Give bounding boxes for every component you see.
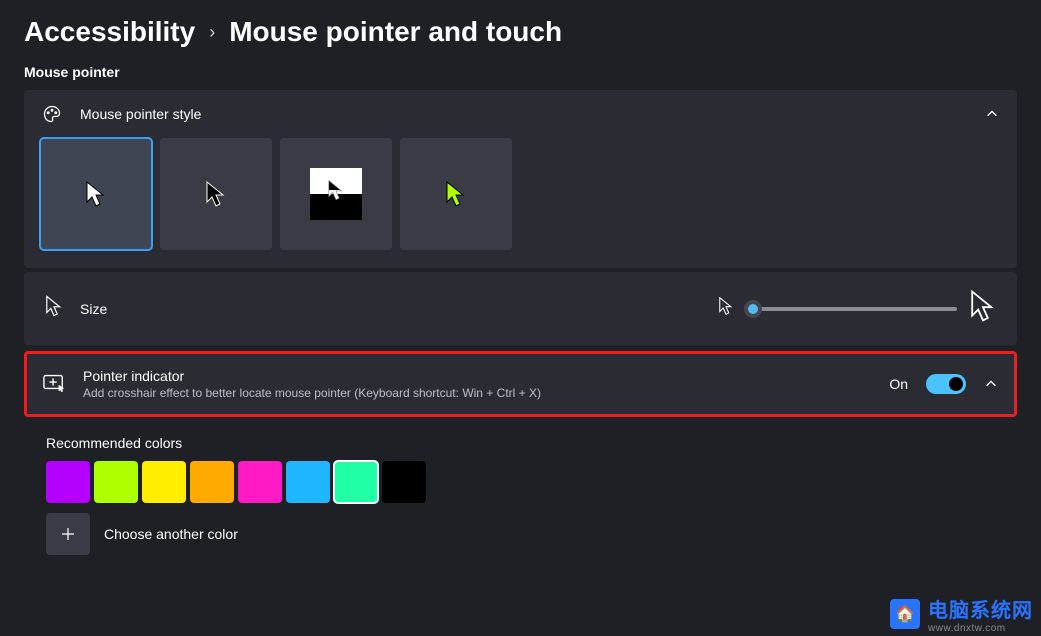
pointer-style-black[interactable]: [160, 138, 272, 250]
card-size: Size: [24, 272, 1017, 345]
label-size: Size: [80, 301, 107, 317]
chevron-up-icon[interactable]: [985, 107, 999, 121]
watermark-main: 电脑系统网: [928, 594, 1033, 623]
label-pointer-style: Mouse pointer style: [80, 106, 967, 122]
color-swatch[interactable]: [382, 461, 426, 503]
size-slider[interactable]: [747, 307, 957, 311]
pointer-indicator-state: On: [889, 376, 908, 392]
cursor-small-icon: [46, 295, 62, 322]
card-pointer-style: Mouse pointer style: [24, 90, 1017, 268]
section-label-mouse-pointer: Mouse pointer: [24, 64, 1017, 80]
cursor-size-min-icon: [719, 297, 733, 320]
pointer-indicator-text: Pointer indicator Add crosshair effect t…: [83, 368, 871, 400]
color-swatch[interactable]: [94, 461, 138, 503]
swatch-row: [46, 461, 995, 503]
chevron-up-icon[interactable]: [984, 377, 998, 391]
slider-thumb[interactable]: [744, 300, 762, 318]
pointer-style-options: [24, 138, 1017, 268]
pointer-indicator-toggle[interactable]: [926, 374, 966, 394]
watermark-logo-icon: 🏠: [890, 599, 920, 629]
breadcrumb-current: Mouse pointer and touch: [229, 16, 562, 48]
section-recommended-colors: Recommended colors Choose another color: [24, 421, 1017, 555]
pointer-style-inverted[interactable]: [280, 138, 392, 250]
chevron-right-icon: ›: [209, 22, 215, 43]
color-swatch[interactable]: [334, 461, 378, 503]
pointer-indicator-icon: [43, 372, 65, 397]
pointer-style-white[interactable]: [40, 138, 152, 250]
label-recommended-colors: Recommended colors: [46, 435, 995, 451]
color-swatch[interactable]: [238, 461, 282, 503]
cursor-size-max-icon: [971, 290, 995, 327]
watermark: 🏠 电脑系统网 www.dnxtw.com: [890, 594, 1033, 634]
choose-another-color-label[interactable]: Choose another color: [104, 526, 238, 542]
breadcrumb: Accessibility › Mouse pointer and touch: [24, 10, 1017, 64]
card-header-pointer-style[interactable]: Mouse pointer style: [24, 90, 1017, 138]
color-swatch[interactable]: [142, 461, 186, 503]
color-swatch[interactable]: [286, 461, 330, 503]
pointer-indicator-subtitle: Add crosshair effect to better locate mo…: [83, 386, 871, 400]
palette-icon: [42, 104, 62, 124]
color-swatch[interactable]: [46, 461, 90, 503]
watermark-sub: www.dnxtw.com: [928, 623, 1006, 634]
add-color-button[interactable]: [46, 513, 90, 555]
card-pointer-indicator: Pointer indicator Add crosshair effect t…: [24, 351, 1017, 417]
breadcrumb-parent[interactable]: Accessibility: [24, 16, 195, 48]
pointer-indicator-title: Pointer indicator: [83, 368, 871, 384]
color-swatch[interactable]: [190, 461, 234, 503]
pointer-style-custom[interactable]: [400, 138, 512, 250]
